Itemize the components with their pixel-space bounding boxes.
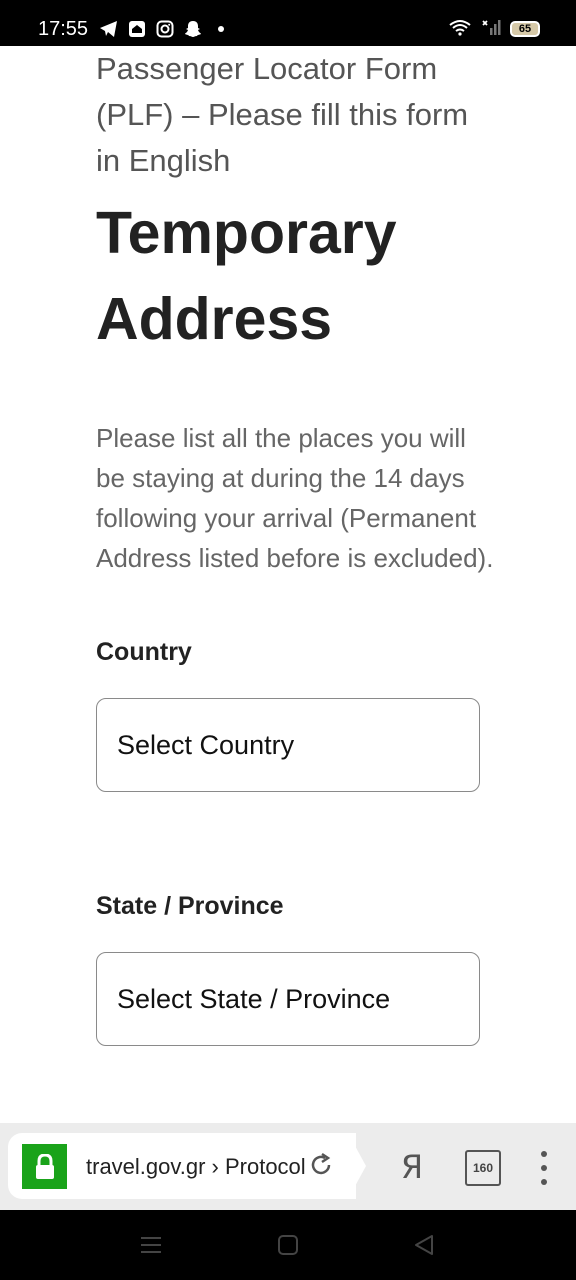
status-time: 17:55 xyxy=(38,18,89,40)
snapchat-icon xyxy=(184,20,202,38)
telegram-icon xyxy=(100,20,118,38)
form-content: Passenger Locator Form (PLF) – Please fi… xyxy=(96,46,496,578)
reload-icon[interactable] xyxy=(306,1150,336,1180)
signal-icon xyxy=(480,18,502,41)
section-title: Temporary Address xyxy=(96,200,397,352)
yandex-icon[interactable]: Я xyxy=(397,1149,427,1185)
battery-icon: 65 xyxy=(510,21,540,37)
lock-icon[interactable] xyxy=(22,1144,67,1189)
home-app-icon xyxy=(128,20,146,38)
section-description: Please list all the places you will be s… xyxy=(96,423,494,573)
state-province-label: State / Province xyxy=(96,892,284,920)
tabs-count-button[interactable]: 160 xyxy=(465,1150,501,1186)
state-province-select[interactable]: Select State / Province xyxy=(96,952,480,1046)
browser-toolbar: travel.gov.gr › Protocol Я 160 xyxy=(0,1123,576,1210)
state-province-select-value: Select State / Province xyxy=(117,983,391,1014)
country-select[interactable]: Select Country xyxy=(96,698,480,792)
system-nav-bar xyxy=(0,1210,576,1280)
home-icon[interactable] xyxy=(275,1232,301,1258)
back-icon[interactable] xyxy=(411,1232,437,1258)
url-text[interactable]: travel.gov.gr › Protocol xyxy=(86,1154,320,1180)
country-label: Country xyxy=(96,638,192,666)
recents-menu-icon[interactable] xyxy=(138,1232,164,1258)
dot-icon xyxy=(212,20,230,38)
notification-icons xyxy=(100,18,230,40)
more-menu-icon[interactable] xyxy=(530,1149,558,1187)
address-bar-arrow xyxy=(348,1133,366,1199)
status-bar: 17:55 65 xyxy=(0,0,576,46)
form-header: Passenger Locator Form (PLF) – Please fi… xyxy=(96,51,469,178)
country-select-value: Select Country xyxy=(117,729,295,760)
system-icons: 65 xyxy=(448,18,540,40)
wifi-icon xyxy=(448,18,472,41)
instagram-icon xyxy=(156,20,174,38)
